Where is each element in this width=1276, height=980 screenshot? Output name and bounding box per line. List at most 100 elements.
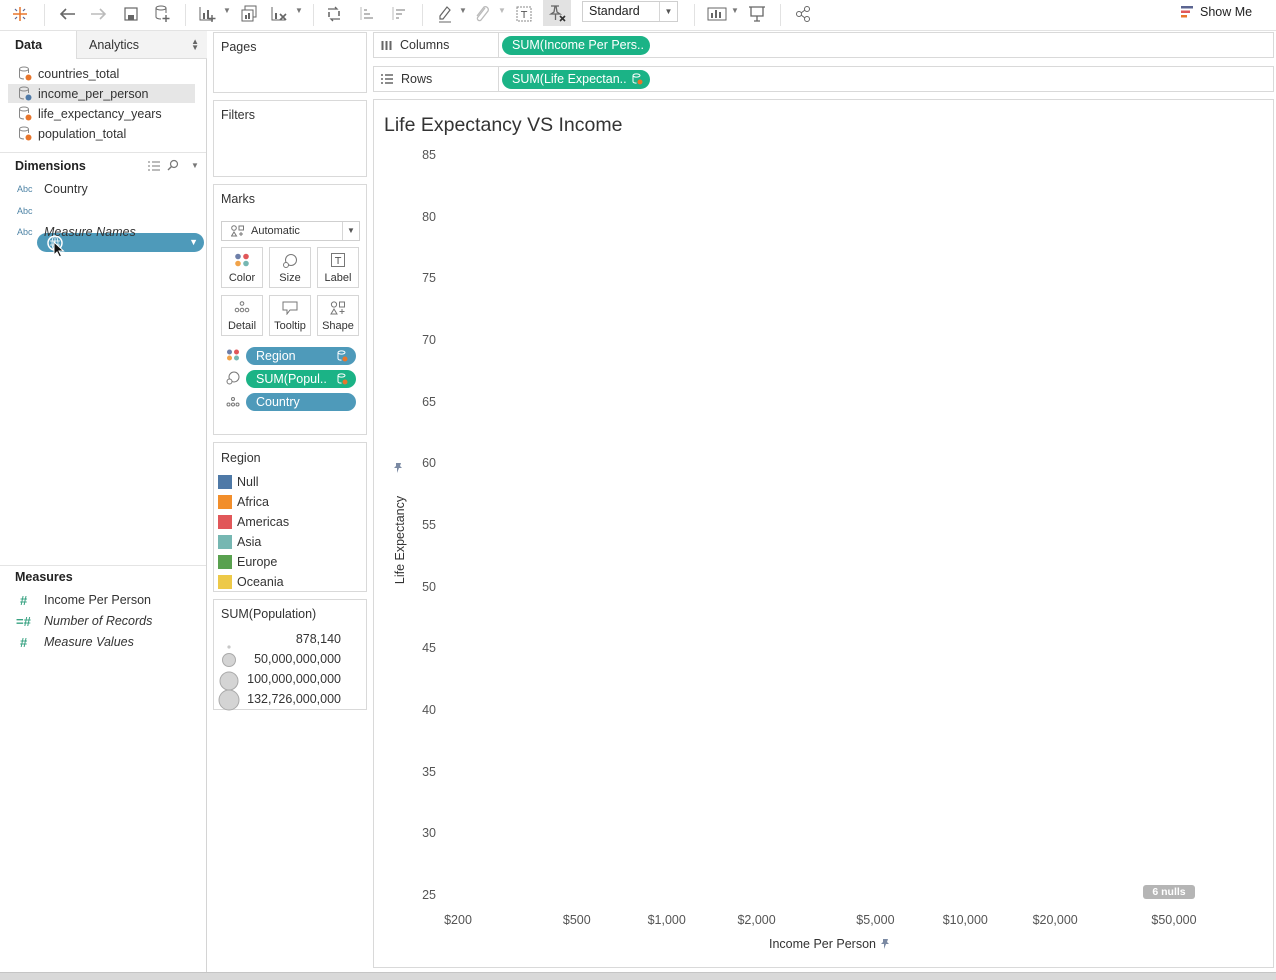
- measure-income-per-person[interactable]: # Income Per Person: [20, 591, 151, 609]
- legend-swatch: [218, 555, 232, 569]
- dimension-country[interactable]: Abc Country: [17, 180, 88, 198]
- new-worksheet-icon[interactable]: [196, 3, 218, 25]
- measure-measure-values[interactable]: # Measure Values: [20, 633, 134, 651]
- label-button[interactable]: T Label: [317, 247, 359, 288]
- legend-item-americas[interactable]: Americas: [218, 513, 289, 531]
- size-legend-title: SUM(Population): [221, 607, 317, 621]
- nulls-indicator[interactable]: 6 nulls: [1143, 885, 1195, 899]
- swap-rows-columns-icon[interactable]: [323, 3, 345, 25]
- marks-pill-label: Region: [256, 349, 296, 363]
- show-cards-icon[interactable]: [706, 3, 728, 25]
- marks-pill-country[interactable]: Country: [246, 393, 356, 411]
- tab-data[interactable]: Data: [0, 31, 76, 59]
- datasource-countries-total[interactable]: countries_total: [8, 64, 195, 83]
- chevron-down-icon[interactable]: ▼: [459, 6, 467, 15]
- detail-button[interactable]: Detail: [221, 295, 263, 336]
- undo-icon[interactable]: [56, 3, 78, 25]
- group-members-icon[interactable]: [471, 3, 493, 25]
- legend-item-africa[interactable]: Africa: [218, 493, 269, 511]
- datasource-label: income_per_person: [38, 86, 149, 101]
- marks-pill-sum-population[interactable]: SUM(Popul..: [246, 370, 356, 388]
- y-tick-label: 55: [422, 518, 436, 532]
- legend-item-asia[interactable]: Asia: [218, 533, 261, 551]
- legend-item-null[interactable]: Null: [218, 473, 259, 491]
- color-button[interactable]: Color: [221, 247, 263, 288]
- rows-shelf[interactable]: Rows SUM(Life Expectan..: [373, 66, 1274, 92]
- label-icon: T: [318, 253, 358, 267]
- tooltip-button[interactable]: Tooltip: [269, 295, 311, 336]
- shape-button[interactable]: Shape: [317, 295, 359, 336]
- columns-shelf[interactable]: Columns SUM(Income Per Pers..: [373, 32, 1274, 58]
- legend-item-oceania[interactable]: Oceania: [218, 573, 284, 591]
- y-tick-label: 70: [422, 333, 436, 347]
- rows-icon: [381, 74, 393, 84]
- pages-card[interactable]: Pages: [213, 32, 367, 93]
- sort-ascending-icon[interactable]: [356, 3, 378, 25]
- chevron-down-icon[interactable]: ▼: [498, 6, 506, 15]
- marks-pill-label: Country: [256, 395, 300, 409]
- datasource-population-total[interactable]: population_total: [8, 124, 195, 143]
- sort-descending-icon[interactable]: [388, 3, 410, 25]
- shape-label: Shape: [322, 320, 354, 332]
- highlight-icon[interactable]: [434, 3, 456, 25]
- filters-card[interactable]: Filters: [213, 100, 367, 177]
- dimension-measure-names[interactable]: Abc Measure Names: [17, 223, 136, 241]
- view-size-select[interactable]: Standard ▼: [582, 1, 678, 22]
- show-me-icon: [1181, 6, 1193, 18]
- string-type-icon: Abc: [17, 227, 33, 237]
- tableau-logo-icon[interactable]: [9, 3, 31, 25]
- string-type-icon: Abc: [17, 206, 33, 216]
- presentation-mode-icon[interactable]: [746, 3, 768, 25]
- svg-text:T: T: [520, 10, 528, 21]
- chevron-down-icon: ▼: [189, 237, 198, 247]
- pages-title: Pages: [221, 40, 257, 54]
- dimension-label: Country: [44, 182, 88, 196]
- size-legend-label: 50,000,000,000: [254, 652, 341, 666]
- size-legend-item[interactable]: 50,000,000,000: [214, 651, 341, 669]
- measure-label: Measure Values: [44, 635, 134, 649]
- columns-pill[interactable]: SUM(Income Per Pers..: [502, 36, 650, 55]
- y-tick-label: 50: [422, 579, 436, 594]
- share-icon[interactable]: [792, 3, 814, 25]
- tooltip-icon: [270, 301, 310, 315]
- legend-label: Oceania: [237, 575, 284, 589]
- chevron-down-icon[interactable]: ▼: [191, 161, 199, 170]
- datasource-link-icon: [19, 106, 32, 121]
- datasource-life-expectancy-years[interactable]: life_expectancy_years: [8, 104, 195, 123]
- pin-icon[interactable]: [392, 462, 404, 477]
- fix-axes-icon[interactable]: [543, 0, 571, 26]
- dimension-label: Measure Names: [44, 225, 136, 239]
- save-icon[interactable]: [120, 3, 142, 25]
- tooltip-label: Tooltip: [274, 320, 306, 332]
- chevron-down-icon[interactable]: ▼: [223, 6, 231, 15]
- linked-datasource-icon: [337, 373, 348, 388]
- dimension-region[interactable]: Abc: [17, 202, 44, 220]
- view-list-icon[interactable]: [148, 160, 160, 174]
- legend-label: Asia: [237, 535, 262, 549]
- tab-analytics[interactable]: Analytics ▲ ▼: [76, 31, 207, 59]
- chevron-down-icon[interactable]: ▼: [731, 6, 739, 15]
- measure-number-of-records[interactable]: =# Number of Records: [16, 612, 152, 630]
- redo-icon[interactable]: [88, 3, 110, 25]
- clear-sheet-icon[interactable]: [268, 3, 290, 25]
- size-legend-item[interactable]: 878,140: [214, 631, 341, 649]
- show-mark-labels-icon[interactable]: T: [513, 3, 535, 25]
- legend-swatch: [218, 535, 232, 549]
- rows-shelf-label: Rows: [374, 67, 499, 91]
- legend-item-europe[interactable]: Europe: [218, 553, 277, 571]
- rows-pill[interactable]: SUM(Life Expectan..: [502, 70, 650, 89]
- search-icon[interactable]: [167, 159, 179, 174]
- chevron-down-icon[interactable]: ▼: [295, 6, 303, 15]
- add-datasource-icon[interactable]: [151, 3, 173, 25]
- pin-icon[interactable]: [879, 938, 891, 953]
- mark-type-select[interactable]: Automatic ▼: [221, 221, 360, 241]
- show-me-button[interactable]: Show Me: [1180, 3, 1252, 21]
- size-legend-item[interactable]: 100,000,000,000: [214, 671, 341, 691]
- legend-swatch: [218, 495, 232, 509]
- size-legend-item[interactable]: 132,726,000,000: [214, 689, 341, 711]
- worksheet-view[interactable]: Life Expectancy VS Income 85 80 75 70 65 60 55…: [373, 99, 1274, 968]
- duplicate-sheet-icon[interactable]: [238, 3, 260, 25]
- size-button[interactable]: Size: [269, 247, 311, 288]
- datasource-income-per-person[interactable]: income_per_person: [8, 84, 195, 103]
- marks-pill-region[interactable]: Region: [246, 347, 356, 365]
